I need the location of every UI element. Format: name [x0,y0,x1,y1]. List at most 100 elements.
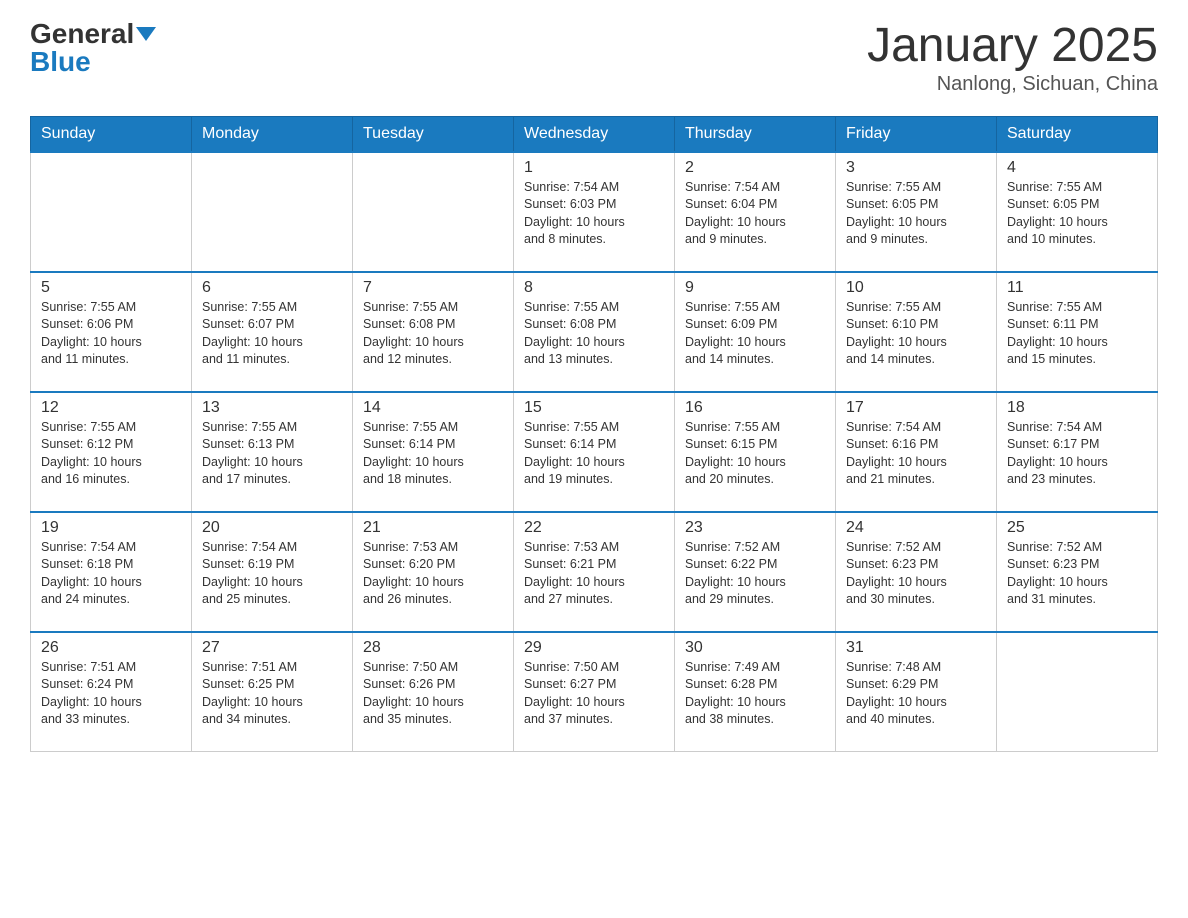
calendar-day-cell: 26 Sunrise: 7:51 AM Sunset: 6:24 PM Dayli… [31,632,192,752]
day-number: 26 [41,639,181,657]
calendar-day-cell: 22 Sunrise: 7:53 AM Sunset: 6:21 PM Dayli… [514,512,675,632]
calendar-week-row: 12 Sunrise: 7:55 AM Sunset: 6:12 PM Dayli… [31,392,1158,512]
day-info: Sunrise: 7:55 AM Sunset: 6:12 PM Dayligh… [41,419,181,489]
day-number: 22 [524,519,664,537]
day-number: 4 [1007,159,1147,177]
day-number: 9 [685,279,825,297]
day-number: 11 [1007,279,1147,297]
calendar-day-cell: 16Sunrise: 7:55 AM Sunset: 6:15 PM Dayli… [675,392,836,512]
day-info: Sunrise: 7:53 AM Sunset: 6:21 PM Dayligh… [524,539,664,609]
day-info: Sunrise: 7:55 AM Sunset: 6:09 PM Dayligh… [685,299,825,369]
calendar-day-cell: 23 Sunrise: 7:52 AM Sunset: 6:22 PM Dayli… [675,512,836,632]
day-info: Sunrise: 7:50 AM Sunset: 6:26 PM Dayligh… [363,659,503,729]
calendar-day-cell: 25 Sunrise: 7:52 AM Sunset: 6:23 PM Dayli… [997,512,1158,632]
day-info: Sunrise: 7:54 AM Sunset: 6:17 PM Dayligh… [1007,419,1147,489]
calendar-header-cell: Friday [836,116,997,152]
calendar-day-cell [31,152,192,272]
day-info: Sunrise: 7:55 AM Sunset: 6:05 PM Dayligh… [1007,179,1147,249]
day-number: 3 [846,159,986,177]
day-info: Sunrise: 7:55 AM Sunset: 6:08 PM Dayligh… [363,299,503,369]
day-number: 23 [685,519,825,537]
calendar-day-cell: 28 Sunrise: 7:50 AM Sunset: 6:26 PM Dayli… [353,632,514,752]
day-number: 28 [363,639,503,657]
day-number: 20 [202,519,342,537]
calendar-day-cell [997,632,1158,752]
day-number: 17 [846,399,986,417]
day-info: Sunrise: 7:54 AM Sunset: 6:18 PM Dayligh… [41,539,181,609]
calendar-body: 1Sunrise: 7:54 AM Sunset: 6:03 PM Daylig… [31,152,1158,752]
logo-blue-text: Blue [30,48,91,76]
calendar-table: SundayMondayTuesdayWednesdayThursdayFrid… [30,116,1158,753]
calendar-day-cell: 6 Sunrise: 7:55 AM Sunset: 6:07 PM Daylig… [192,272,353,392]
day-number: 8 [524,279,664,297]
day-number: 24 [846,519,986,537]
calendar-week-row: 26 Sunrise: 7:51 AM Sunset: 6:24 PM Dayli… [31,632,1158,752]
day-info: Sunrise: 7:52 AM Sunset: 6:22 PM Dayligh… [685,539,825,609]
calendar-day-cell: 14 Sunrise: 7:55 AM Sunset: 6:14 PM Dayli… [353,392,514,512]
day-number: 13 [202,399,342,417]
logo-triangle-icon [136,27,156,41]
calendar-day-cell: 29 Sunrise: 7:50 AM Sunset: 6:27 PM Dayli… [514,632,675,752]
logo: General Blue [30,20,156,76]
day-number: 29 [524,639,664,657]
day-info: Sunrise: 7:55 AM Sunset: 6:15 PM Dayligh… [685,419,825,489]
calendar-day-cell: 11 Sunrise: 7:55 AM Sunset: 6:11 PM Dayli… [997,272,1158,392]
day-info: Sunrise: 7:55 AM Sunset: 6:14 PM Dayligh… [363,419,503,489]
calendar-header-cell: Wednesday [514,116,675,152]
day-info: Sunrise: 7:49 AM Sunset: 6:28 PM Dayligh… [685,659,825,729]
day-info: Sunrise: 7:55 AM Sunset: 6:14 PM Dayligh… [524,419,664,489]
calendar-day-cell: 24 Sunrise: 7:52 AM Sunset: 6:23 PM Dayli… [836,512,997,632]
day-info: Sunrise: 7:55 AM Sunset: 6:11 PM Dayligh… [1007,299,1147,369]
calendar-week-row: 1Sunrise: 7:54 AM Sunset: 6:03 PM Daylig… [31,152,1158,272]
calendar-day-cell: 13Sunrise: 7:55 AM Sunset: 6:13 PM Dayli… [192,392,353,512]
day-info: Sunrise: 7:50 AM Sunset: 6:27 PM Dayligh… [524,659,664,729]
day-info: Sunrise: 7:55 AM Sunset: 6:07 PM Dayligh… [202,299,342,369]
day-number: 21 [363,519,503,537]
logo-general-text: General [30,20,134,48]
calendar-header-cell: Tuesday [353,116,514,152]
calendar-day-cell: 8 Sunrise: 7:55 AM Sunset: 6:08 PM Daylig… [514,272,675,392]
calendar-day-cell: 4 Sunrise: 7:55 AM Sunset: 6:05 PM Daylig… [997,152,1158,272]
day-info: Sunrise: 7:55 AM Sunset: 6:08 PM Dayligh… [524,299,664,369]
day-number: 14 [363,399,503,417]
calendar-header: SundayMondayTuesdayWednesdayThursdayFrid… [31,116,1158,152]
day-number: 12 [41,399,181,417]
day-info: Sunrise: 7:51 AM Sunset: 6:24 PM Dayligh… [41,659,181,729]
calendar-day-cell: 15 Sunrise: 7:55 AM Sunset: 6:14 PM Dayli… [514,392,675,512]
calendar-day-cell: 12 Sunrise: 7:55 AM Sunset: 6:12 PM Dayli… [31,392,192,512]
day-info: Sunrise: 7:54 AM Sunset: 6:03 PM Dayligh… [524,179,664,249]
calendar-day-cell: 27Sunrise: 7:51 AM Sunset: 6:25 PM Dayli… [192,632,353,752]
day-info: Sunrise: 7:53 AM Sunset: 6:20 PM Dayligh… [363,539,503,609]
calendar-day-cell: 3 Sunrise: 7:55 AM Sunset: 6:05 PM Daylig… [836,152,997,272]
calendar-header-row: SundayMondayTuesdayWednesdayThursdayFrid… [31,116,1158,152]
day-number: 6 [202,279,342,297]
day-info: Sunrise: 7:55 AM Sunset: 6:05 PM Dayligh… [846,179,986,249]
calendar-header-cell: Monday [192,116,353,152]
calendar-day-cell: 30Sunrise: 7:49 AM Sunset: 6:28 PM Dayli… [675,632,836,752]
calendar-header-cell: Thursday [675,116,836,152]
day-number: 15 [524,399,664,417]
calendar-subtitle: Nanlong, Sichuan, China [867,73,1158,96]
calendar-day-cell: 20Sunrise: 7:54 AM Sunset: 6:19 PM Dayli… [192,512,353,632]
calendar-week-row: 19Sunrise: 7:54 AM Sunset: 6:18 PM Dayli… [31,512,1158,632]
day-number: 25 [1007,519,1147,537]
day-info: Sunrise: 7:52 AM Sunset: 6:23 PM Dayligh… [1007,539,1147,609]
day-info: Sunrise: 7:55 AM Sunset: 6:10 PM Dayligh… [846,299,986,369]
day-info: Sunrise: 7:54 AM Sunset: 6:04 PM Dayligh… [685,179,825,249]
calendar-day-cell: 31Sunrise: 7:48 AM Sunset: 6:29 PM Dayli… [836,632,997,752]
day-info: Sunrise: 7:55 AM Sunset: 6:06 PM Dayligh… [41,299,181,369]
calendar-day-cell: 17Sunrise: 7:54 AM Sunset: 6:16 PM Dayli… [836,392,997,512]
day-number: 18 [1007,399,1147,417]
day-info: Sunrise: 7:51 AM Sunset: 6:25 PM Dayligh… [202,659,342,729]
calendar-header-cell: Saturday [997,116,1158,152]
title-block: January 2025 Nanlong, Sichuan, China [867,20,1158,96]
calendar-day-cell [192,152,353,272]
calendar-header-cell: Sunday [31,116,192,152]
calendar-day-cell: 9 Sunrise: 7:55 AM Sunset: 6:09 PM Daylig… [675,272,836,392]
day-info: Sunrise: 7:48 AM Sunset: 6:29 PM Dayligh… [846,659,986,729]
calendar-day-cell: 19Sunrise: 7:54 AM Sunset: 6:18 PM Dayli… [31,512,192,632]
calendar-day-cell: 2Sunrise: 7:54 AM Sunset: 6:04 PM Daylig… [675,152,836,272]
calendar-day-cell [353,152,514,272]
day-info: Sunrise: 7:52 AM Sunset: 6:23 PM Dayligh… [846,539,986,609]
calendar-day-cell: 21 Sunrise: 7:53 AM Sunset: 6:20 PM Dayli… [353,512,514,632]
